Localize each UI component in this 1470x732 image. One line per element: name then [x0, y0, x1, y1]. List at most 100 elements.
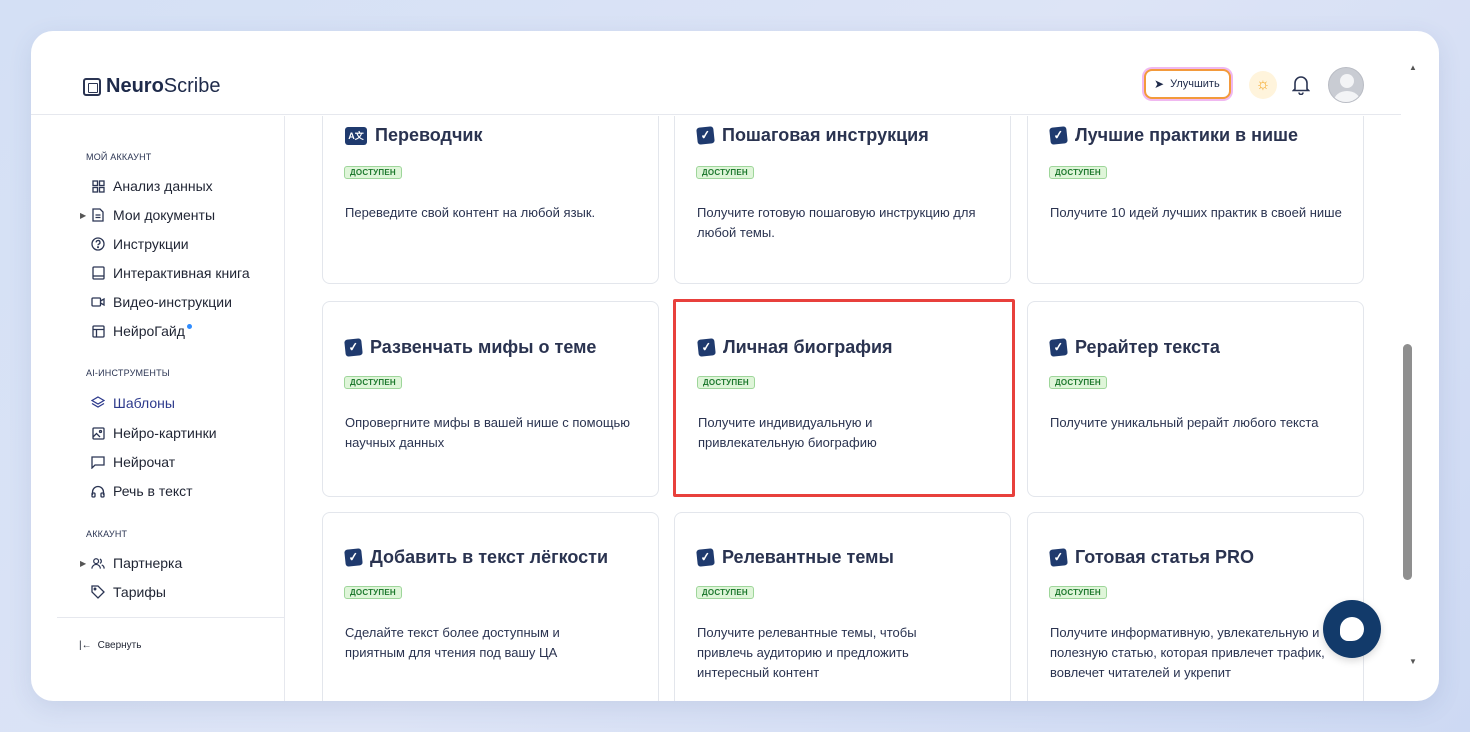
card-description: Получите индивидуальную и привлекательну…: [698, 415, 877, 450]
scroll-up-arrow-icon[interactable]: ▲: [1409, 63, 1417, 72]
avatar[interactable]: [1328, 67, 1364, 103]
section-title-my-account: МОЙ АККАУНТ: [86, 152, 152, 162]
card-title: ✓ Личная биография: [697, 337, 893, 358]
card-title: A文 Переводчик: [345, 125, 483, 146]
help-circle-icon: [91, 237, 105, 251]
sidebar-item-neuro-images[interactable]: Нейро-картинки: [81, 422, 217, 444]
card-description: Получите готовую пошаговую инструкцию дл…: [697, 205, 976, 240]
bell-icon[interactable]: [1289, 73, 1313, 97]
sidebar-item-video-instructions[interactable]: Видео-инструкции: [81, 291, 232, 313]
translate-icon: A文: [345, 126, 367, 145]
card-description: Получите релевантные темы, чтобы привлеч…: [697, 625, 917, 680]
card-title-text: Готовая статья PRO: [1075, 547, 1254, 567]
checkbox-icon: ✓: [696, 126, 715, 145]
sidebar-item-label: Тарифы: [113, 584, 166, 600]
card-title-text: Пошаговая инструкция: [722, 125, 929, 145]
template-card-personal-biography[interactable]: ✓ Личная биография ДОСТУПЕН Получите инд…: [673, 299, 1015, 497]
brand-bold: Neuro: [106, 75, 164, 97]
status-badge: ДОСТУПЕН: [1049, 376, 1107, 389]
card-title-text: Переводчик: [375, 125, 483, 145]
layout-icon: [91, 324, 105, 338]
layers-icon: [91, 396, 105, 410]
card-description: Получите информативную, увлекательную и …: [1050, 625, 1325, 680]
template-card-relevant-topics[interactable]: ✓ Релевантные темы ДОСТУПЕН Получите рел…: [674, 512, 1011, 701]
card-title: ✓ Готовая статья PRO: [1049, 547, 1254, 568]
logo-icon: [83, 77, 101, 96]
sidebar-item-label: Речь в текст: [113, 483, 193, 499]
sidebar-item-instructions[interactable]: Инструкции: [81, 233, 189, 255]
brand-logo[interactable]: NeuroScribe: [83, 75, 221, 98]
card-title-text: Добавить в текст лёгкости: [370, 547, 609, 567]
sidebar-item-label: Нейро-картинки: [113, 425, 217, 441]
scrollbar-thumb[interactable]: [1403, 344, 1412, 580]
checkbox-icon: ✓: [344, 548, 363, 567]
status-badge: ДОСТУПЕН: [344, 586, 402, 599]
checkbox-icon: ✓: [344, 338, 363, 357]
card-title: ✓ Развенчать мифы о теме: [344, 337, 597, 358]
sidebar-item-partner[interactable]: ▶ Партнерка: [80, 552, 183, 574]
card-description: Сделайте текст более доступным и приятны…: [345, 625, 560, 660]
chat-icon: [91, 455, 105, 469]
sidebar-item-neuroguide[interactable]: НейроГайд: [81, 320, 192, 342]
sidebar-item-tariffs[interactable]: Тарифы: [81, 581, 166, 603]
sidebar-item-label: Нейрочат: [113, 454, 176, 470]
sidebar-item-label: Анализ данных: [113, 178, 213, 194]
sidebar-item-label: Инструкции: [113, 236, 189, 252]
sidebar-divider: [57, 617, 285, 618]
sidebar-item-label: Интерактивная книга: [113, 265, 250, 281]
video-icon: [91, 295, 105, 309]
upgrade-label: Улучшить: [1170, 78, 1220, 90]
checkbox-icon: ✓: [697, 338, 716, 357]
sidebar: МОЙ АККАУНТ Анализ данных ▶ Мои документ…: [31, 116, 285, 701]
card-title: ✓ Добавить в текст лёгкости: [344, 547, 609, 568]
status-badge: ДОСТУПЕН: [696, 586, 754, 599]
sidebar-item-label: Партнерка: [113, 555, 183, 571]
sidebar-item-label: Мои документы: [113, 207, 216, 223]
status-badge: ДОСТУПЕН: [1049, 166, 1107, 179]
tag-icon: [91, 585, 105, 599]
card-description: Опровергните мифы в вашей нише с помощью…: [345, 415, 631, 450]
theme-toggle-sun-icon[interactable]: ☼: [1249, 71, 1277, 99]
status-badge: ДОСТУПЕН: [1049, 586, 1107, 599]
chevron-right-icon[interactable]: ▶: [80, 559, 86, 568]
scroll-down-arrow-icon[interactable]: ▼: [1409, 657, 1417, 666]
sidebar-item-label: Шаблоны: [113, 395, 175, 411]
template-card-debunk-myths[interactable]: ✓ Развенчать мифы о теме ДОСТУПЕН Опрове…: [322, 301, 659, 497]
collapse-label: Свернуть: [97, 640, 142, 651]
sidebar-item-label: Видео-инструкции: [113, 294, 232, 310]
sidebar-item-neurochat[interactable]: Нейрочат: [81, 451, 175, 473]
card-description: Получите 10 идей лучших практик в своей …: [1050, 205, 1342, 220]
status-badge: ДОСТУПЕН: [697, 376, 755, 389]
template-card-add-lightness[interactable]: ✓ Добавить в текст лёгкости ДОСТУПЕН Сде…: [322, 512, 659, 701]
upgrade-button[interactable]: ➤ Улучшить: [1144, 69, 1231, 99]
collapse-icon: |←: [79, 640, 92, 651]
template-card-best-practices[interactable]: ✓ Лучшие практики в нише ДОСТУПЕН Получи…: [1027, 116, 1364, 284]
headphones-icon: [91, 484, 105, 498]
templates-grid: A文 Переводчик ДОСТУПЕН Переведите свой к…: [286, 116, 1401, 701]
checkbox-icon: ✓: [1049, 126, 1068, 145]
card-title-text: Развенчать мифы о теме: [370, 337, 597, 357]
template-card-translator[interactable]: A文 Переводчик ДОСТУПЕН Переведите свой к…: [322, 116, 659, 284]
sidebar-item-speech-to-text[interactable]: Речь в текст: [81, 480, 193, 502]
chat-bubble-icon: [1340, 617, 1364, 641]
card-title: ✓ Пошаговая инструкция: [696, 125, 929, 146]
template-card-text-rewriter[interactable]: ✓ Рерайтер текста ДОСТУПЕН Получите уник…: [1027, 301, 1364, 497]
card-title-text: Релевантные темы: [722, 547, 894, 567]
support-chat-button[interactable]: [1323, 600, 1381, 658]
card-title-text: Лучшие практики в нише: [1075, 125, 1299, 145]
checkbox-icon: ✓: [696, 548, 715, 567]
chevron-right-icon[interactable]: ▶: [80, 211, 86, 220]
status-badge: ДОСТУПЕН: [696, 166, 754, 179]
template-card-ready-article-pro[interactable]: ✓ Готовая статья PRO ДОСТУПЕН Получите и…: [1027, 512, 1364, 701]
sidebar-item-label: НейроГайд: [113, 323, 185, 339]
collapse-sidebar-button[interactable]: |← Свернуть: [79, 640, 141, 651]
app-window: NeuroScribe ➤ Улучшить ☼ МОЙ АККАУНТ Ана…: [31, 31, 1439, 701]
template-card-step-by-step[interactable]: ✓ Пошаговая инструкция ДОСТУПЕН Получите…: [674, 116, 1011, 284]
sidebar-item-templates[interactable]: Шаблоны: [81, 392, 175, 414]
sidebar-item-my-documents[interactable]: ▶ Мои документы: [80, 204, 216, 226]
top-header: NeuroScribe ➤ Улучшить ☼: [31, 31, 1401, 115]
rocket-icon: ➤: [1154, 77, 1165, 91]
sidebar-item-interactive-book[interactable]: Интерактивная книга: [81, 262, 250, 284]
card-title-text: Рерайтер текста: [1075, 337, 1220, 357]
sidebar-item-data-analysis[interactable]: Анализ данных: [81, 175, 213, 197]
